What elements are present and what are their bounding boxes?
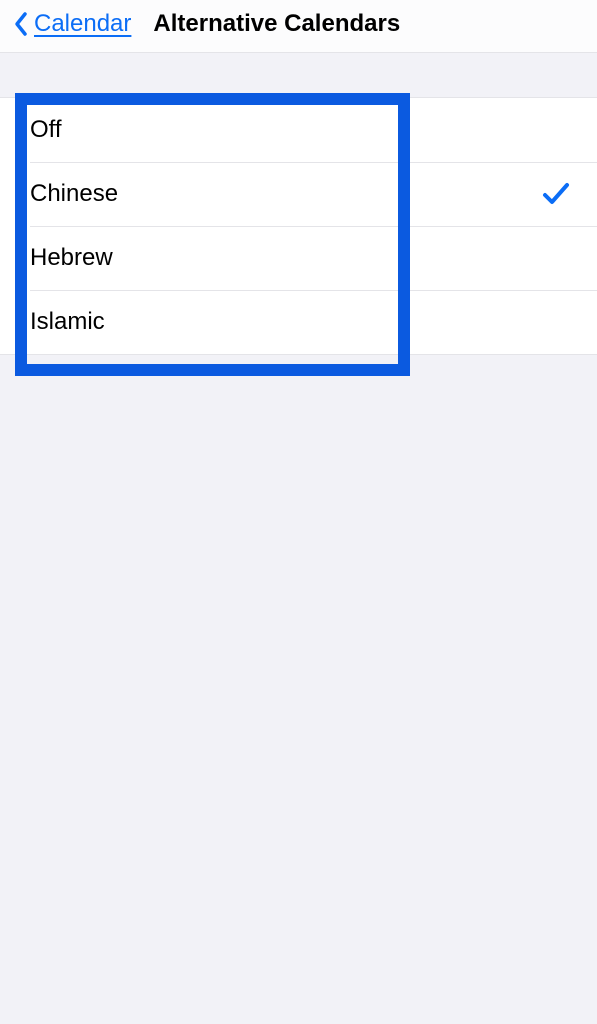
calendar-options-list: Off Chinese Hebrew Islamic	[0, 97, 597, 355]
option-label: Chinese	[30, 180, 118, 208]
back-button[interactable]: Calendar	[12, 10, 131, 38]
nav-header: Calendar Alternative Calendars	[0, 0, 597, 53]
option-off[interactable]: Off	[0, 98, 597, 162]
section-spacer	[0, 53, 597, 97]
option-label: Hebrew	[30, 244, 113, 272]
back-label: Calendar	[34, 10, 131, 38]
page-title: Alternative Calendars	[153, 10, 400, 38]
checkmark-icon	[539, 177, 573, 211]
option-label: Islamic	[30, 308, 105, 336]
chevron-left-icon	[12, 10, 30, 38]
option-islamic[interactable]: Islamic	[0, 290, 597, 354]
option-hebrew[interactable]: Hebrew	[0, 226, 597, 290]
option-chinese[interactable]: Chinese	[0, 162, 597, 226]
option-label: Off	[30, 116, 62, 144]
